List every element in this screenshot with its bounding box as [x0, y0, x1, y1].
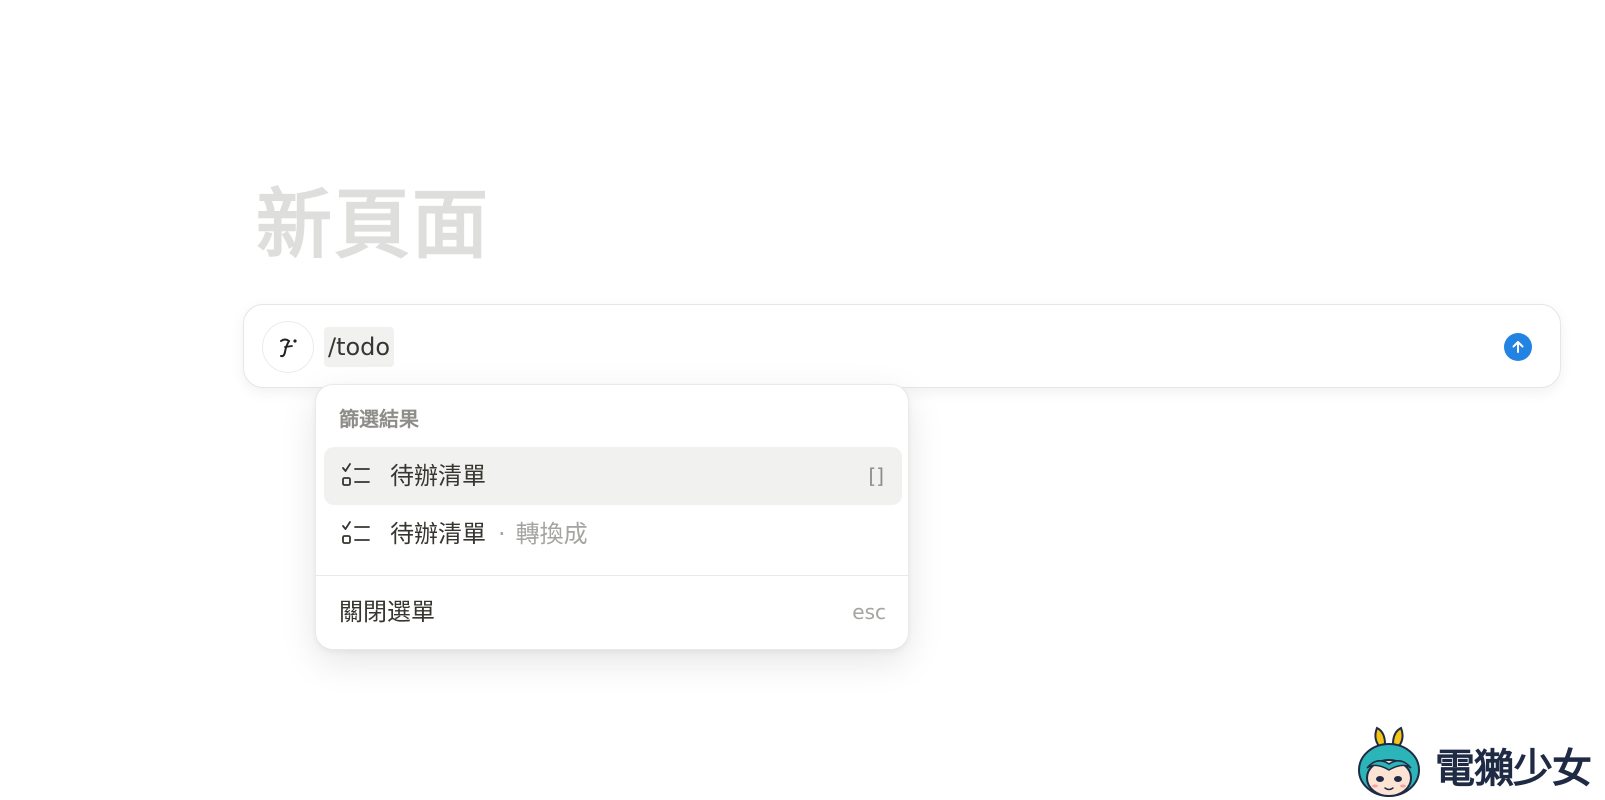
command-input[interactable]: /todo: [324, 327, 395, 367]
menu-section-label: 篩選結果: [339, 407, 419, 431]
menu-item-todo-list[interactable]: 待辦清單 []: [324, 447, 902, 505]
slash-command-menu: 篩選結果 待辦清單 [] 待辦清單 · 轉換成 關閉選單 esc: [315, 384, 909, 650]
menu-item-label-group: 待辦清單 · 轉換成: [390, 505, 588, 563]
watermark-text: 電獺少女: [1435, 746, 1592, 792]
todo-checklist-icon: [342, 463, 370, 486]
close-menu-label: 關閉選單: [339, 598, 435, 626]
menu-divider: [316, 575, 908, 576]
menu-item-suffix: 轉換成: [515, 520, 588, 548]
arrow-up-icon: [1512, 341, 1524, 353]
watermark-logo: 電獺少女: [1355, 724, 1601, 800]
todo-checklist-icon: [342, 521, 370, 544]
close-menu-shortcut: esc: [852, 600, 886, 624]
notion-ai-face-icon[interactable]: [262, 321, 314, 373]
submit-button[interactable]: [1504, 333, 1532, 361]
menu-item-shortcut: []: [868, 464, 884, 488]
close-menu-item[interactable]: 關閉選單 esc: [316, 577, 908, 647]
page-title[interactable]: 新頁面: [256, 180, 490, 270]
menu-item-label: 待辦清單: [390, 520, 486, 548]
menu-item-label: 待辦清單: [390, 462, 486, 490]
otter-girl-mascot-icon: [1358, 726, 1420, 797]
menu-item-todo-list-convert[interactable]: 待辦清單 · 轉換成: [324, 505, 902, 563]
ai-command-bar[interactable]: /todo: [243, 304, 1561, 388]
menu-item-separator: ·: [498, 520, 506, 548]
